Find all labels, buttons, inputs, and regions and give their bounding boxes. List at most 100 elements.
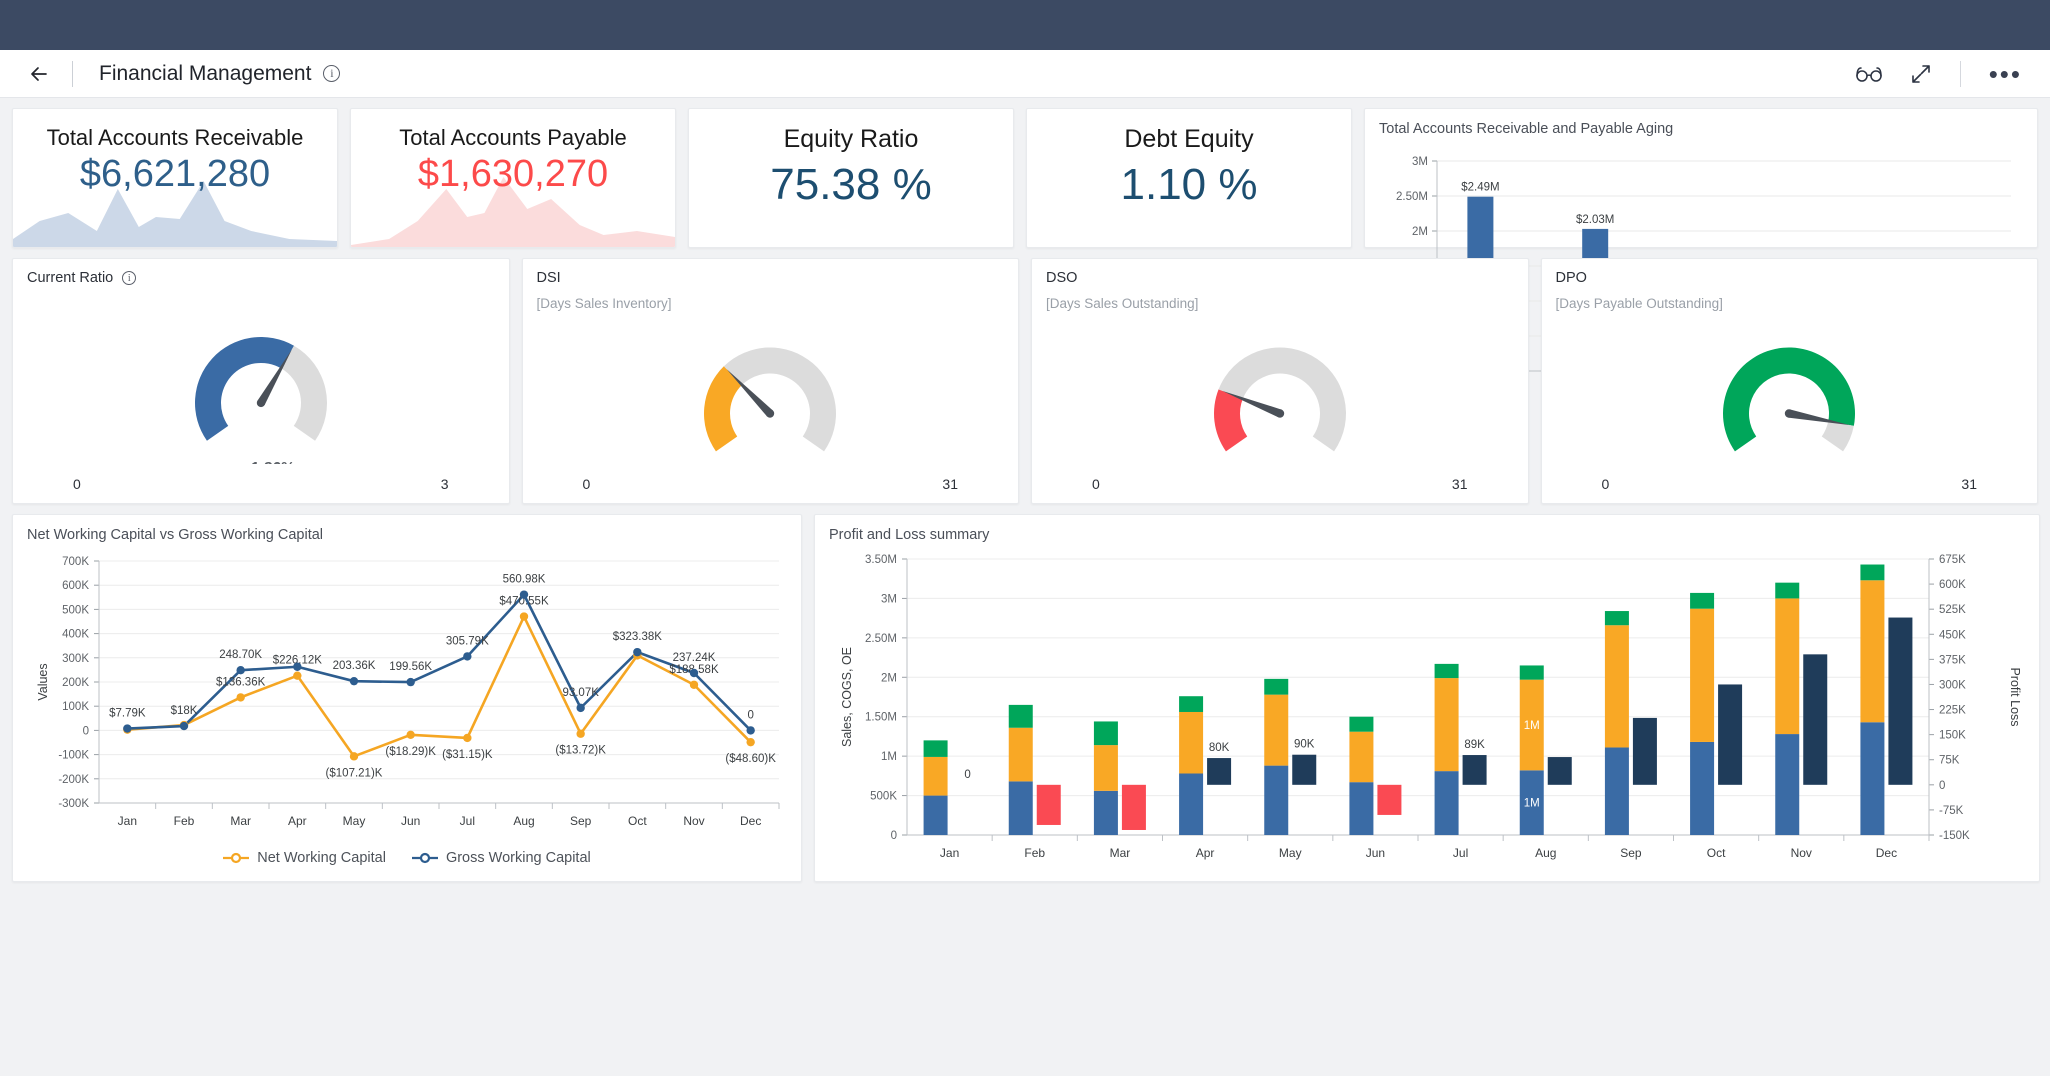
svg-text:($18.29)K: ($18.29)K — [385, 746, 436, 758]
svg-text:100K: 100K — [62, 701, 89, 713]
legend-item-gross-working-capital[interactable]: Gross Working Capital — [412, 850, 591, 866]
svg-text:3M: 3M — [881, 593, 897, 605]
svg-text:400K: 400K — [62, 629, 89, 641]
svg-text:Aug: Aug — [1535, 846, 1556, 860]
charts-row: Net Working Capital vs Gross Working Cap… — [12, 514, 2038, 882]
svg-text:0: 0 — [83, 725, 89, 737]
svg-text:Sales, COGS, OE: Sales, COGS, OE — [840, 647, 854, 747]
svg-text:-150K: -150K — [1939, 830, 1970, 842]
svg-text:0: 0 — [1939, 780, 1945, 792]
svg-text:Dec: Dec — [740, 814, 761, 828]
svg-text:200K: 200K — [62, 677, 89, 689]
svg-text:-300K: -300K — [58, 798, 89, 810]
kpi-card-total-accounts-payable[interactable]: Total Accounts Payable $1,630,270 — [350, 108, 676, 248]
gauge-title: DSI — [537, 270, 1005, 286]
svg-text:0: 0 — [747, 709, 753, 721]
svg-text:2.50M: 2.50M — [1396, 191, 1428, 203]
gauge-card-dpo[interactable]: DPO [Days Payable Outstanding] 28 Days 0… — [1541, 258, 2039, 504]
info-icon[interactable]: i — [122, 271, 136, 285]
kpi-card-equity-ratio[interactable]: Equity Ratio 75.38 % — [688, 108, 1014, 248]
svg-text:700K: 700K — [62, 556, 89, 568]
page-title: Financial Management — [99, 62, 311, 86]
glasses-icon[interactable] — [1856, 65, 1882, 83]
dashboard-grid: Total Accounts Receivable $6,621,280 Tot… — [0, 98, 2050, 882]
gauge-max: 3 — [441, 476, 449, 492]
kpi-title: Total Accounts Payable — [399, 125, 626, 151]
svg-text:Nov: Nov — [1791, 846, 1812, 860]
svg-text:($13.72)K: ($13.72)K — [555, 745, 606, 757]
arrow-left-icon — [27, 62, 51, 86]
gauge-card-dso[interactable]: DSO [Days Sales Outstanding] 7 Days 0 31 — [1031, 258, 1529, 504]
profit-loss-chart-card: Profit and Loss summary 0500K1M1.50M2M2.… — [814, 514, 2040, 882]
kpi-card-total-accounts-receivable[interactable]: Total Accounts Receivable $6,621,280 — [12, 108, 338, 248]
more-options-icon[interactable]: ••• — [1989, 69, 2022, 79]
svg-text:2.50M: 2.50M — [865, 633, 897, 645]
svg-text:375K: 375K — [1939, 654, 1966, 666]
svg-text:2M: 2M — [881, 672, 897, 684]
profit-loss-bar-chart[interactable]: 0500K1M1.50M2M2.50M3M3.50M-150K-75K075K1… — [829, 545, 2025, 875]
gauge-card-current-ratio[interactable]: Current Ratio i 1.86% 0 3 — [12, 258, 510, 504]
svg-text:Jul: Jul — [1453, 846, 1468, 860]
svg-text:500K: 500K — [62, 604, 89, 616]
svg-text:Nov: Nov — [683, 814, 704, 828]
svg-text:150K: 150K — [1939, 730, 1966, 742]
legend-item-net-working-capital[interactable]: Net Working Capital — [223, 850, 386, 866]
gauge-card-dsi[interactable]: DSI [Days Sales Inventory] 10 Days 0 31 — [522, 258, 1020, 504]
kpi-card-debt-equity[interactable]: Debt Equity 1.10 % — [1026, 108, 1352, 248]
svg-text:May: May — [1279, 846, 1302, 860]
gauge-max: 31 — [1452, 476, 1468, 492]
svg-text:Jan: Jan — [940, 846, 959, 860]
back-button[interactable] — [22, 57, 56, 91]
svg-text:Jun: Jun — [401, 814, 420, 828]
svg-text:$2.49M: $2.49M — [1461, 182, 1499, 194]
gauge-max: 31 — [942, 476, 958, 492]
svg-text:May: May — [343, 814, 366, 828]
svg-text:525K: 525K — [1939, 604, 1966, 616]
info-icon[interactable]: i — [323, 65, 340, 82]
gauge-subtitle: [Days Payable Outstanding] — [1556, 296, 2024, 311]
svg-text:93.07K: 93.07K — [562, 687, 599, 699]
svg-text:Mar: Mar — [230, 814, 251, 828]
gauge-body: 28 Days — [1556, 311, 2024, 476]
legend-label: Gross Working Capital — [446, 850, 591, 866]
gauge-subtitle: [Days Sales Outstanding] — [1046, 296, 1514, 311]
svg-text:Aug: Aug — [513, 814, 534, 828]
svg-text:$323.38K: $323.38K — [613, 631, 663, 643]
svg-text:80K: 80K — [1209, 742, 1230, 754]
svg-text:3M: 3M — [1412, 156, 1428, 168]
kpi-value: $6,621,280 — [80, 153, 270, 196]
svg-text:1M: 1M — [1524, 720, 1540, 732]
svg-text:675K: 675K — [1939, 554, 1966, 566]
gauge-label: DSO — [1046, 270, 1077, 286]
expand-icon[interactable] — [1910, 63, 1932, 85]
svg-text:Profit Loss: Profit Loss — [2008, 667, 2022, 726]
svg-text:-200K: -200K — [58, 774, 89, 786]
gauge-body: 1.86% — [27, 286, 495, 476]
svg-text:-100K: -100K — [58, 750, 89, 762]
svg-text:248.70K: 248.70K — [219, 649, 262, 661]
working-capital-line-chart[interactable]: -300K-200K-100K0100K200K300K400K500K600K… — [27, 545, 789, 845]
svg-text:-75K: -75K — [1939, 805, 1964, 817]
gauge-label: DSI — [537, 270, 561, 286]
svg-text:1M: 1M — [881, 751, 897, 763]
svg-text:0: 0 — [891, 830, 897, 842]
svg-text:Oct: Oct — [628, 814, 647, 828]
aging-chart-card: Total Accounts Receivable and Payable Ag… — [1364, 108, 2038, 248]
svg-text:75K: 75K — [1939, 755, 1960, 767]
svg-text:Feb: Feb — [1024, 846, 1045, 860]
line-marker-icon — [223, 852, 249, 864]
line-marker-icon — [412, 852, 438, 864]
gauge-body: 7 Days — [1046, 311, 1514, 476]
svg-text:0: 0 — [964, 769, 970, 781]
kpi-row: Total Accounts Receivable $6,621,280 Tot… — [12, 108, 2038, 248]
gauge-title: Current Ratio i — [27, 270, 495, 286]
svg-text:600K: 600K — [1939, 579, 1966, 591]
svg-text:$136.36K: $136.36K — [216, 676, 266, 688]
svg-text:$18K: $18K — [171, 705, 198, 717]
gauge-row: Current Ratio i 1.86% 0 3 DSI [Days Sale… — [12, 258, 2038, 504]
svg-text:560.98K: 560.98K — [503, 574, 546, 586]
working-capital-legend: Net Working Capital Gross Working Capita… — [27, 850, 787, 866]
svg-text:1M: 1M — [1524, 798, 1540, 810]
svg-text:1.86%: 1.86% — [251, 459, 295, 463]
svg-text:300K: 300K — [62, 653, 89, 665]
